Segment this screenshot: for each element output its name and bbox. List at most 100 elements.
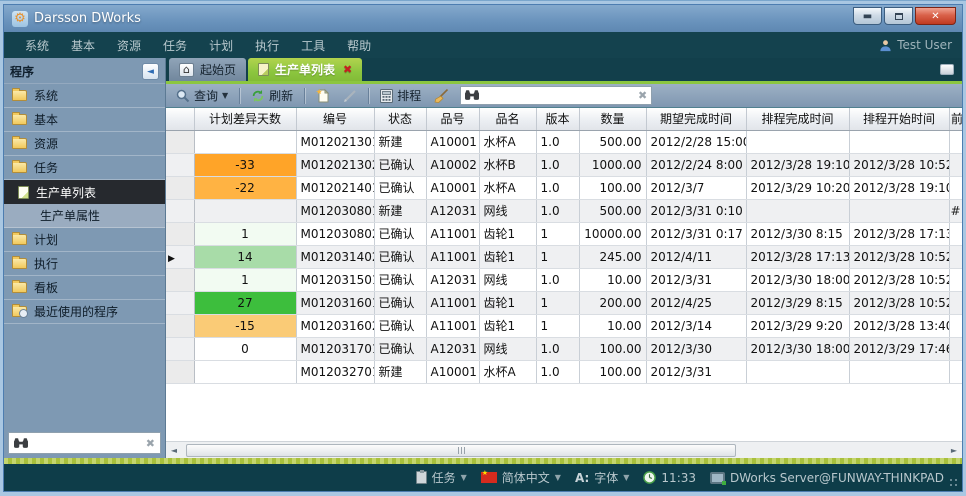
refresh-button[interactable]: 刷新 [247,85,297,106]
folder-icon [12,114,27,125]
cell-plan-diff-days: -15 [194,314,296,337]
sidebar-item[interactable]: 计划 [4,228,165,252]
column-header[interactable]: 品号 [426,108,479,130]
cell-item-no: A12031 [426,337,479,360]
home-icon: ⌂ [179,63,194,77]
maximize-button[interactable] [884,7,913,25]
sidebar-item-label: 计划 [34,231,58,248]
query-button[interactable]: 查询 ▼ [172,85,232,106]
sidebar-item[interactable]: 看板 [4,276,165,300]
menu-item-2[interactable]: 基本 [60,33,106,58]
sidebar-item[interactable]: 执行 [4,252,165,276]
status-clock[interactable]: 11:33 [643,471,696,485]
tab-起始页[interactable]: ⌂起始页 [169,58,246,81]
menu-item-6[interactable]: 执行 [244,33,290,58]
sidebar-item[interactable]: 生产单列表 [4,180,165,204]
horizontal-scrollbar[interactable]: ◄ ► [166,441,962,458]
column-header[interactable]: 版本 [536,108,579,130]
cell-quantity: 500.00 [579,130,646,153]
column-header[interactable]: 排程开始时间 [849,108,949,130]
column-header[interactable]: 状态 [374,108,426,130]
cell-clipped [949,176,962,199]
sidebar-search-input[interactable] [33,436,141,450]
maximize-icon [895,13,903,20]
schedule-button[interactable]: 排程 [376,85,425,106]
task-label: 任务 [432,469,456,486]
row-selector: ▶ [166,245,194,268]
menu-item-4[interactable]: 任务 [152,33,198,58]
cell-schedule-start-time [849,130,949,153]
table-row[interactable]: 0M012031701已确认A12031网线1.0100.002012/3/30… [166,337,962,360]
cell-schedule-start-time [849,199,949,222]
menu-item-5[interactable]: 计划 [198,33,244,58]
status-language-menu[interactable]: 简体中文 ▼ [481,469,561,486]
edit-button[interactable] [339,87,361,105]
cell-clipped [949,291,962,314]
tab-生产单列表[interactable]: 生产单列表 ✖ [248,58,362,81]
sidebar-item[interactable]: 生产单属性 [4,204,165,228]
status-font-menu[interactable]: A: 字体 ▼ [575,469,629,486]
table-row[interactable]: 27M012031601已确认A11001齿轮11200.002012/4/25… [166,291,962,314]
table-row[interactable]: ▶14M012031402已确认A11001齿轮11245.002012/4/1… [166,245,962,268]
cell-item-no: A12031 [426,199,479,222]
menu-item-7[interactable]: 工具 [290,33,336,58]
column-header[interactable]: 品名 [479,108,536,130]
table-row[interactable]: -15M012031602已确认A11001齿轮1110.002012/3/14… [166,314,962,337]
sidebar-search-clear-icon[interactable]: ✖ [146,437,155,450]
table-row[interactable]: 1M012031501已确认A12031网线1.010.002012/3/312… [166,268,962,291]
column-header-clipped[interactable]: 前 [949,108,962,130]
column-header[interactable]: 编号 [296,108,374,130]
refresh-label: 刷新 [269,87,293,104]
toolbar-search-clear-icon[interactable]: ✖ [638,89,647,102]
cell-plan-diff-days: -33 [194,153,296,176]
cell-item-no: A11001 [426,291,479,314]
sidebar-item-label: 基本 [34,111,58,128]
menu-item-1[interactable]: 系统 [14,33,60,58]
table-row[interactable]: M012032701新建A10001水杯A1.0100.002012/3/31 [166,360,962,383]
cell-item-no: A10001 [426,176,479,199]
scrollbar-thumb[interactable] [186,444,736,457]
status-server[interactable]: DWorks Server@FUNWAY-THINKPAD [710,471,944,485]
app-gear-icon: ⚙ [12,11,28,27]
column-header[interactable]: 数量 [579,108,646,130]
sidebar-item[interactable]: 基本 [4,108,165,132]
tab-label: 生产单列表 [275,61,335,78]
query-dropdown-icon[interactable]: ▼ [222,91,228,100]
float-window-icon[interactable] [940,64,954,75]
minimize-button[interactable]: ▬ [853,7,882,25]
status-task-menu[interactable]: 任务 ▼ [416,469,467,486]
cell-order-no: M012030801 [296,199,374,222]
sidebar-collapse-button[interactable]: ◄ [142,63,159,80]
table-row[interactable]: -22M012021401已确认A10001水杯A1.0100.002012/3… [166,176,962,199]
binoculars-icon [465,90,479,101]
table-row[interactable]: 1M012030802已确认A11001齿轮1110000.002012/3/3… [166,222,962,245]
column-header[interactable]: 期望完成时间 [646,108,746,130]
table-row[interactable]: M012021301新建A10001水杯A1.0500.002012/2/28 … [166,130,962,153]
row-selector [166,130,194,153]
table-row[interactable]: M012030801新建A12031网线1.0500.002012/3/31 0… [166,199,962,222]
column-header[interactable]: 计划差异天数 [194,108,296,130]
menu-item-8[interactable]: 帮助 [336,33,382,58]
tab-close-icon[interactable]: ✖ [343,63,352,76]
row-selector [166,222,194,245]
menu-item-3[interactable]: 资源 [106,33,152,58]
table-row[interactable]: -33M012021302已确认A10002水杯B1.01000.002012/… [166,153,962,176]
sidebar-item[interactable]: 资源 [4,132,165,156]
folder-icon [12,234,27,245]
toolbar-search-input[interactable] [483,89,634,103]
scroll-right-icon[interactable]: ► [946,443,962,458]
column-header[interactable]: 排程完成时间 [746,108,849,130]
sidebar-item[interactable]: 任务 [4,156,165,180]
cell-quantity: 1000.00 [579,153,646,176]
cell-item-name: 网线 [479,199,536,222]
row-selector-header[interactable] [166,108,194,130]
sidebar-item[interactable]: 最近使用的程序 [4,300,165,324]
new-button[interactable] [312,86,334,105]
resize-grip[interactable] [949,478,959,488]
sidebar-item[interactable]: 系统 [4,84,165,108]
close-button[interactable]: ✕ [915,7,956,25]
clean-button[interactable] [430,87,453,105]
scroll-left-icon[interactable]: ◄ [166,443,182,458]
user-badge[interactable]: Test User [879,38,952,52]
cell-status: 已确认 [374,176,426,199]
